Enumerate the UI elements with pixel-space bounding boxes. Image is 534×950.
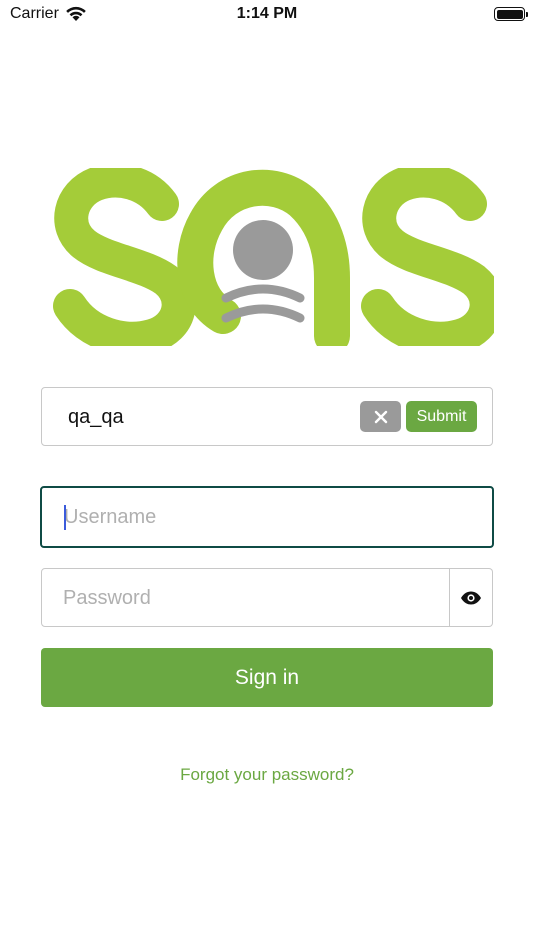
status-bar: Carrier 1:14 PM xyxy=(0,0,534,30)
eye-icon xyxy=(461,591,481,604)
username-field[interactable] xyxy=(40,486,494,548)
server-value[interactable]: qa_qa xyxy=(68,406,124,429)
battery-level xyxy=(496,9,523,19)
sign-in-button[interactable]: Sign in xyxy=(41,648,493,707)
text-caret xyxy=(64,505,66,530)
username-input[interactable] xyxy=(64,506,464,529)
password-field[interactable] xyxy=(41,568,450,627)
submit-button[interactable]: Submit xyxy=(406,401,477,432)
sqs-logo xyxy=(53,168,494,346)
battery-tip xyxy=(526,11,528,17)
server-field[interactable]: qa_qa Submit xyxy=(41,387,493,446)
forgot-password-link[interactable]: Forgot your password? xyxy=(0,765,534,785)
battery-icon xyxy=(494,7,528,21)
status-time: 1:14 PM xyxy=(236,5,298,22)
close-icon xyxy=(374,410,387,423)
toggle-password-visibility-button[interactable] xyxy=(450,568,493,627)
clear-server-button[interactable] xyxy=(360,401,401,432)
password-input[interactable] xyxy=(63,587,423,610)
